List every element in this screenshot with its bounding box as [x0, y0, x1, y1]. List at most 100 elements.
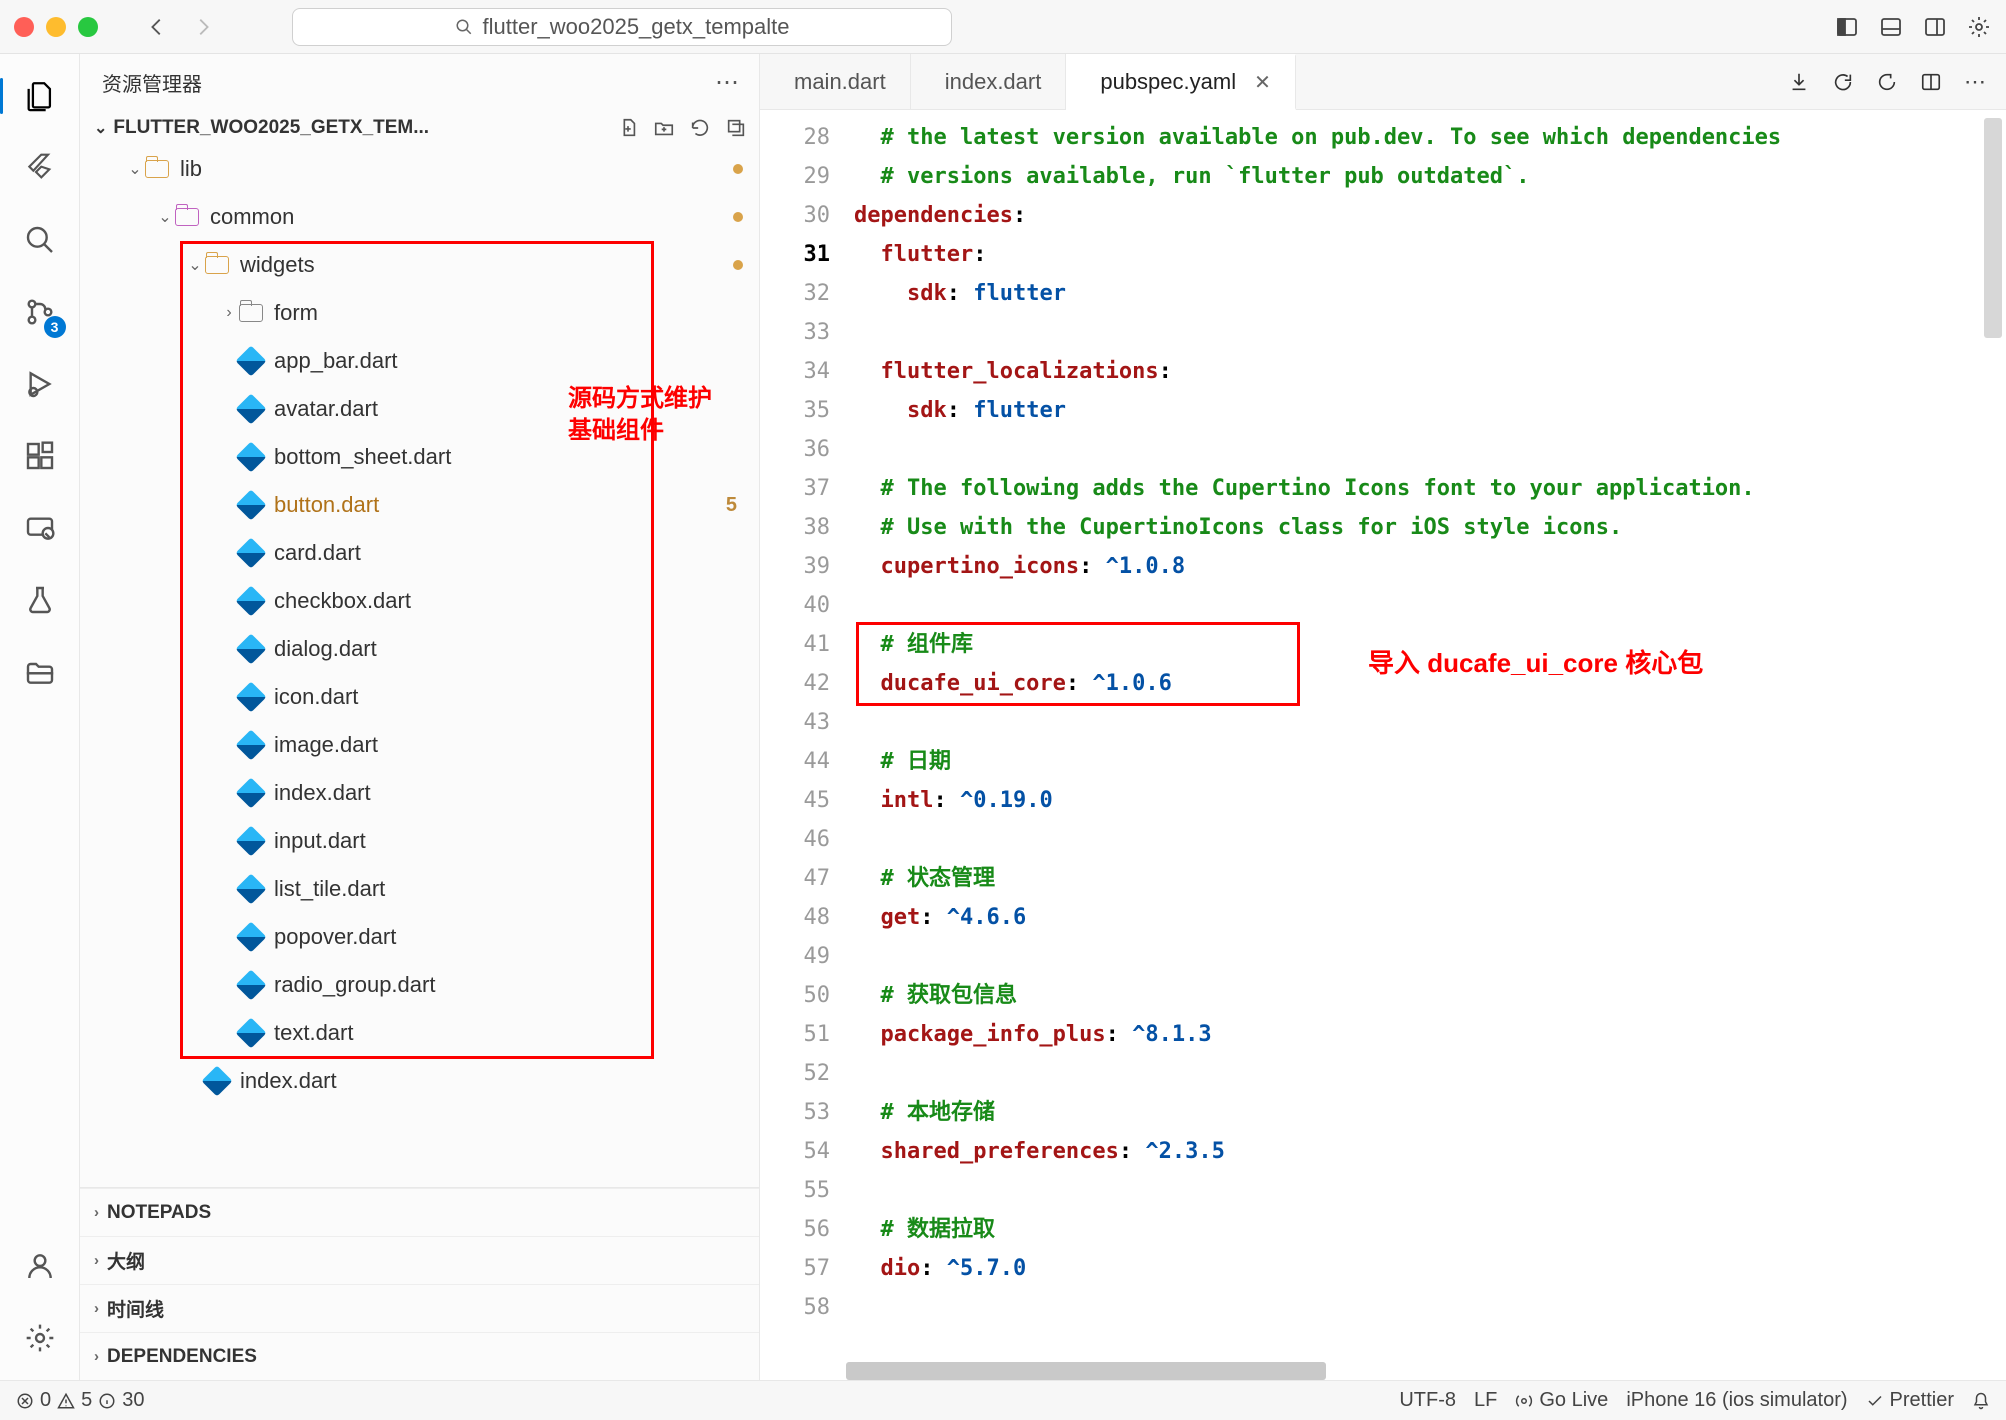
tab-main-dart[interactable]: main.dart: [760, 54, 911, 109]
tree-folder-form[interactable]: › form: [80, 289, 759, 337]
download-icon[interactable]: [1788, 71, 1810, 93]
status-problems[interactable]: 0 5 30: [16, 1389, 145, 1412]
tree-file[interactable]: index.dart: [80, 769, 759, 817]
check-icon: [1866, 1392, 1884, 1410]
tree-file[interactable]: image.dart: [80, 721, 759, 769]
code-content[interactable]: # the latest version available on pub.de…: [846, 110, 2006, 1380]
tab-index-dart[interactable]: index.dart: [911, 54, 1067, 109]
scm-activity[interactable]: 3: [18, 290, 62, 334]
editor-tabs: main.dart index.dart pubspec.yaml ✕ ⋯: [760, 54, 2006, 110]
panel-bottom-icon[interactable]: [1878, 14, 1904, 40]
tab-label: main.dart: [794, 69, 886, 95]
dart-file-icon: [238, 972, 264, 998]
status-eol[interactable]: LF: [1474, 1389, 1497, 1412]
section-notepads[interactable]: ›NOTEPADS: [80, 1188, 759, 1236]
command-center[interactable]: flutter_woo2025_getx_tempalte: [292, 8, 952, 46]
panel-right-icon[interactable]: [1922, 14, 1948, 40]
section-outline[interactable]: ›大纲: [80, 1236, 759, 1284]
folders-activity[interactable]: [18, 650, 62, 694]
command-center-text: flutter_woo2025_getx_tempalte: [483, 14, 790, 40]
close-window-button[interactable]: [14, 17, 34, 37]
remote-activity[interactable]: [18, 506, 62, 550]
dart-file-icon: [238, 588, 264, 614]
panel-left-icon[interactable]: [1834, 14, 1860, 40]
status-infos-count: 30: [122, 1389, 144, 1412]
minimize-window-button[interactable]: [46, 17, 66, 37]
horizontal-scrollbar[interactable]: [846, 1362, 1326, 1380]
tree-file[interactable]: button.dart5: [80, 481, 759, 529]
search-icon: [24, 224, 56, 256]
status-notifications[interactable]: [1972, 1392, 1990, 1410]
section-label: 大纲: [107, 1247, 145, 1274]
nav-forward-button[interactable]: [186, 10, 220, 44]
tree-label: widgets: [240, 252, 315, 278]
nav-back-button[interactable]: [140, 10, 174, 44]
tree-file[interactable]: input.dart: [80, 817, 759, 865]
split-editor-icon[interactable]: [1920, 71, 1942, 93]
tree-file[interactable]: icon.dart: [80, 673, 759, 721]
chevron-down-icon: ⌄: [186, 255, 204, 275]
refresh-icon[interactable]: [689, 117, 711, 139]
tab-pubspec-yaml[interactable]: pubspec.yaml ✕: [1066, 54, 1296, 110]
debug-icon: [24, 368, 56, 400]
scm-badge: 3: [44, 316, 66, 338]
tree-folder-widgets[interactable]: ⌄ widgets: [80, 241, 759, 289]
sidebar-title: 资源管理器: [102, 68, 202, 97]
status-encoding[interactable]: UTF-8: [1399, 1389, 1456, 1412]
refresh-icon[interactable]: [1832, 71, 1854, 93]
close-icon[interactable]: ✕: [1254, 70, 1271, 95]
new-file-icon[interactable]: [617, 117, 639, 139]
tree-label: index.dart: [274, 780, 371, 806]
zoom-window-button[interactable]: [78, 17, 98, 37]
settings-activity[interactable]: [18, 1316, 62, 1360]
run-debug-activity[interactable]: [18, 362, 62, 406]
project-header[interactable]: ⌄ FLUTTER_WOO2025_GETX_TEM...: [80, 111, 759, 145]
search-activity[interactable]: [18, 218, 62, 262]
tree-label: icon.dart: [274, 684, 358, 710]
flutter-icon: [24, 152, 56, 184]
extensions-activity[interactable]: [18, 434, 62, 478]
tree-folder-lib[interactable]: ⌄ lib: [80, 145, 759, 193]
beaker-icon: [24, 584, 56, 616]
dart-file-icon: [238, 396, 264, 422]
tree-file[interactable]: app_bar.dart: [80, 337, 759, 385]
tree-label: checkbox.dart: [274, 588, 411, 614]
status-golive[interactable]: Go Live: [1515, 1389, 1608, 1412]
status-eol-label: LF: [1474, 1389, 1497, 1412]
section-dependencies[interactable]: ›DEPENDENCIES: [80, 1332, 759, 1380]
tree-file[interactable]: avatar.dart: [80, 385, 759, 433]
remote-icon: [24, 512, 56, 544]
minimap-scrollbar[interactable]: [1984, 118, 2002, 338]
flutter-activity[interactable]: [18, 146, 62, 190]
tree-file[interactable]: radio_group.dart: [80, 961, 759, 1009]
dart-file-icon: [238, 444, 264, 470]
explorer-activity[interactable]: [18, 74, 62, 118]
chevron-right-icon: ›: [220, 304, 238, 322]
file-tree: ⌄ lib ⌄ common ⌄ widgets › form: [80, 145, 759, 1187]
more-icon[interactable]: ⋯: [1964, 69, 1986, 95]
extensions-icon: [24, 440, 56, 472]
tree-file[interactable]: card.dart: [80, 529, 759, 577]
tree-file[interactable]: dialog.dart: [80, 625, 759, 673]
tree-file[interactable]: checkbox.dart: [80, 577, 759, 625]
dart-file-icon: [238, 492, 264, 518]
status-device[interactable]: iPhone 16 (ios simulator): [1626, 1389, 1847, 1412]
info-icon: [98, 1392, 116, 1410]
status-prettier[interactable]: Prettier: [1866, 1389, 1954, 1412]
status-errors-count: 0: [40, 1389, 51, 1412]
collapse-all-icon[interactable]: [725, 117, 747, 139]
customize-layout-icon[interactable]: [1966, 14, 1992, 40]
run-icon[interactable]: [1876, 71, 1898, 93]
tree-file[interactable]: text.dart: [80, 1009, 759, 1057]
tree-file[interactable]: bottom_sheet.dart: [80, 433, 759, 481]
tree-file-index-common[interactable]: index.dart: [80, 1057, 759, 1105]
new-folder-icon[interactable]: [653, 117, 675, 139]
tree-file[interactable]: popover.dart: [80, 913, 759, 961]
sidebar-more-button[interactable]: ⋯: [715, 68, 741, 97]
tree-file[interactable]: list_tile.dart: [80, 865, 759, 913]
tree-folder-common[interactable]: ⌄ common: [80, 193, 759, 241]
testing-activity[interactable]: [18, 578, 62, 622]
code-editor[interactable]: 2829303132333435363738394041424344454647…: [760, 110, 2006, 1380]
section-timeline[interactable]: ›时间线: [80, 1284, 759, 1332]
accounts-activity[interactable]: [18, 1244, 62, 1288]
